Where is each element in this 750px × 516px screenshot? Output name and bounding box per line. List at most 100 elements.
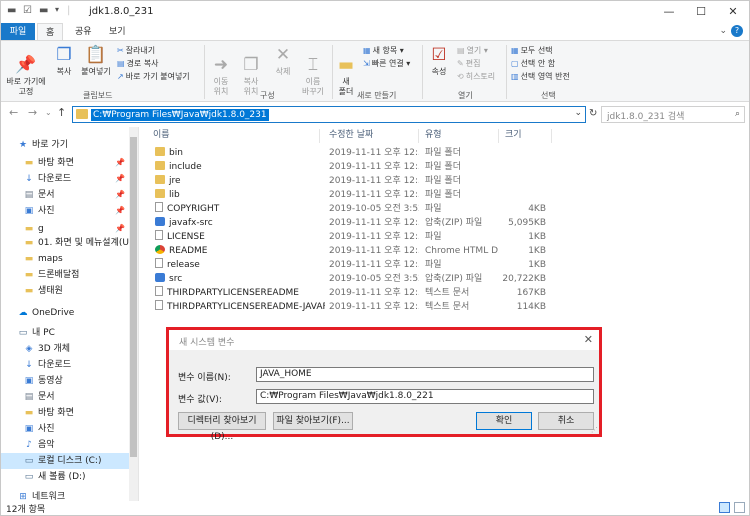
properties-quick-icon[interactable]: ☑	[23, 5, 32, 16]
open-button[interactable]: ▤ 열기 ▾	[457, 45, 488, 56]
nav-item[interactable]: ▤ 문서 📌	[1, 187, 129, 203]
nav-item[interactable]: ☁ OneDrive	[1, 305, 129, 321]
nav-item[interactable]: ▬ 01. 화면 및 메뉴설계(UI설	[1, 235, 129, 251]
quick-access-dropdown-icon[interactable]: ▾	[55, 5, 59, 14]
cut-button[interactable]: ✂ 잘라내기	[117, 45, 155, 56]
nav-scrollbar-thumb[interactable]	[130, 137, 137, 457]
file-row[interactable]: README2019-11-11 오후 12:59Chrome HTML D..…	[151, 244, 551, 258]
file-row[interactable]: jre 2019-11-11 오후 12:59 파일 폴더	[151, 174, 551, 188]
details-view-icon[interactable]	[719, 502, 730, 513]
easy-access-button[interactable]: ⇲ 빠른 연결 ▾	[363, 58, 410, 69]
chevron-down-icon[interactable]: ⌄	[574, 108, 582, 118]
nav-item[interactable]: ▬ 생태원	[1, 283, 129, 299]
copy-path-button[interactable]: ▤ 경로 복사	[117, 58, 159, 69]
nav-item[interactable]: ▭ 로컬 디스크 (C:)	[1, 453, 129, 469]
file-row[interactable]: COPYRIGHT 2019-10-05 오전 3:52 파일 4KB	[151, 202, 551, 216]
file-row[interactable]: LICENSE2019-11-11 오후 12:59파일1KB	[151, 230, 551, 244]
variable-value-input[interactable]: C:₩Program Files₩Java₩jdk1.8.0_221	[256, 389, 594, 404]
column-header-name[interactable]: 이름	[153, 127, 170, 143]
column-header-date[interactable]: 수정한 날짜	[329, 127, 373, 143]
paste-button[interactable]: 📋 붙여넣기	[79, 45, 113, 77]
resize-grip-icon[interactable]: ⋰	[591, 426, 598, 434]
copy-button[interactable]: ❐ 복사	[51, 45, 77, 77]
nav-item[interactable]: ▬ 바탕 화면 📌	[1, 155, 129, 171]
column-separator[interactable]	[498, 129, 499, 143]
new-item-button[interactable]: ▦ 새 항목 ▾	[363, 45, 404, 56]
nav-item[interactable]: ★ 바로 가기	[1, 137, 129, 153]
nav-item[interactable]: ↓ 다운로드	[1, 357, 129, 373]
file-size: 20,722KB	[502, 274, 546, 284]
close-button[interactable]: ✕	[717, 1, 749, 23]
tab-share[interactable]: 공유	[67, 23, 100, 41]
nav-item[interactable]: ◈ 3D 개체	[1, 341, 129, 357]
forward-arrow-icon[interactable]: →	[28, 106, 37, 119]
edit-button[interactable]: ✎ 편집	[457, 58, 480, 69]
file-row[interactable]: release2019-11-11 오후 12:59파일1KB	[151, 258, 551, 272]
ribbon-collapse-icon[interactable]: ⌄	[719, 26, 727, 36]
column-header-size[interactable]: 크기	[505, 127, 522, 143]
pin-icon[interactable]: 📌	[115, 187, 125, 203]
help-icon[interactable]: ?	[731, 25, 743, 37]
new-folder-button[interactable]: ▬ 새 폴더	[335, 45, 357, 97]
variable-name-input[interactable]: JAVA_HOME	[256, 367, 594, 382]
nav-scrollbar[interactable]	[129, 127, 138, 501]
new-folder-quick-icon[interactable]: ▬	[39, 5, 48, 16]
address-path[interactable]: C:₩Program Files₩Java₩jdk1.8.0_231	[91, 109, 269, 121]
delete-button[interactable]: ✕ 삭제	[271, 45, 295, 77]
recent-locations-icon[interactable]: ⌄	[45, 108, 52, 117]
nav-item[interactable]: ▬ 드론배달점	[1, 267, 129, 283]
nav-item[interactable]: ▭ 새 볼륨 (D:)	[1, 469, 129, 485]
nav-item[interactable]: ▬ 바탕 화면	[1, 405, 129, 421]
select-none-button[interactable]: ▢ 선택 안 함	[511, 58, 555, 69]
nav-item[interactable]: ▬ maps	[1, 251, 129, 267]
file-row[interactable]: src 2019-10-05 오전 3:52 압축(ZIP) 파일 20,722KB	[151, 272, 551, 286]
column-separator[interactable]	[551, 129, 552, 143]
search-input[interactable]: jdk1.8.0_231 검색 ⌕	[601, 106, 745, 123]
column-header-type[interactable]: 유형	[425, 127, 442, 143]
back-arrow-icon[interactable]: ←	[9, 106, 18, 119]
nav-item[interactable]: ▣ 사진	[1, 421, 129, 437]
file-row[interactable]: bin 2019-11-11 오후 12:59 파일 폴더	[151, 146, 551, 160]
column-separator[interactable]	[319, 129, 320, 143]
cancel-button[interactable]: 취소	[538, 412, 594, 430]
pin-icon[interactable]: 📌	[115, 155, 125, 171]
tab-file[interactable]: 파일	[1, 23, 35, 41]
tab-home[interactable]: 홈	[37, 23, 64, 41]
paste-shortcut-button[interactable]: ↗ 바로 가기 붙여넣기	[117, 71, 190, 82]
file-row[interactable]: javafx-src2019-11-11 오후 12:59압축(ZIP) 파일5…	[151, 216, 551, 230]
nav-item-label: 생태원	[38, 286, 63, 296]
nav-item[interactable]: ♪ 음악	[1, 437, 129, 453]
minimize-button[interactable]: —	[653, 1, 685, 23]
file-row[interactable]: include 2019-11-11 오후 12:59 파일 폴더	[151, 160, 551, 174]
pin-icon[interactable]: 📌	[115, 171, 125, 187]
properties-button[interactable]: ☑ 속성	[427, 45, 451, 77]
move-to-button[interactable]: ➜ 이동 위치	[208, 45, 234, 97]
dialog-close-button[interactable]: ✕	[584, 333, 593, 346]
nav-item[interactable]: ▣ 동영상	[1, 373, 129, 389]
pin-icon[interactable]: 📌	[115, 203, 125, 219]
large-icons-view-icon[interactable]	[734, 502, 745, 513]
nav-item[interactable]: ▭ 내 PC	[1, 325, 129, 341]
column-separator[interactable]	[418, 129, 419, 143]
file-row[interactable]: lib 2019-11-11 오후 12:59 파일 폴더	[151, 188, 551, 202]
file-row[interactable]: THIRDPARTYLICENSEREADME 2019-11-11 오후 12:…	[151, 286, 551, 300]
file-row[interactable]: THIRDPARTYLICENSEREADME-JAVAFX 2019-11-11…	[151, 300, 551, 314]
ok-button[interactable]: 확인	[476, 412, 532, 430]
nav-item[interactable]: ▣ 사진 📌	[1, 203, 129, 219]
up-arrow-icon[interactable]: ↑	[57, 106, 66, 119]
file-name: COPYRIGHT	[167, 204, 220, 214]
browse-file-button[interactable]: 파일 찾아보기(F)...	[273, 412, 353, 430]
history-button[interactable]: ⟲ 히스토리	[457, 71, 495, 82]
select-all-button[interactable]: ▦ 모두 선택	[511, 45, 553, 56]
address-bar[interactable]: C:₩Program Files₩Java₩jdk1.8.0_231 ⌄	[72, 106, 586, 123]
nav-item[interactable]: ↓ 다운로드 📌	[1, 171, 129, 187]
tab-view[interactable]: 보기	[101, 23, 134, 41]
rename-button[interactable]: ⌶ 이름 바꾸기	[298, 45, 328, 97]
refresh-icon[interactable]: ↻	[589, 108, 597, 119]
browse-directory-button[interactable]: 디렉터리 찾아보기(D)...	[178, 412, 266, 442]
file-name: THIRDPARTYLICENSEREADME-JAVAFX	[167, 302, 325, 312]
invert-selection-button[interactable]: ▥ 선택 영역 반전	[511, 71, 570, 82]
pin-quick-access-button[interactable]: 📌 바로 가기에 고정	[5, 45, 47, 97]
nav-item[interactable]: ▤ 문서	[1, 389, 129, 405]
maximize-button[interactable]: ☐	[685, 1, 717, 23]
